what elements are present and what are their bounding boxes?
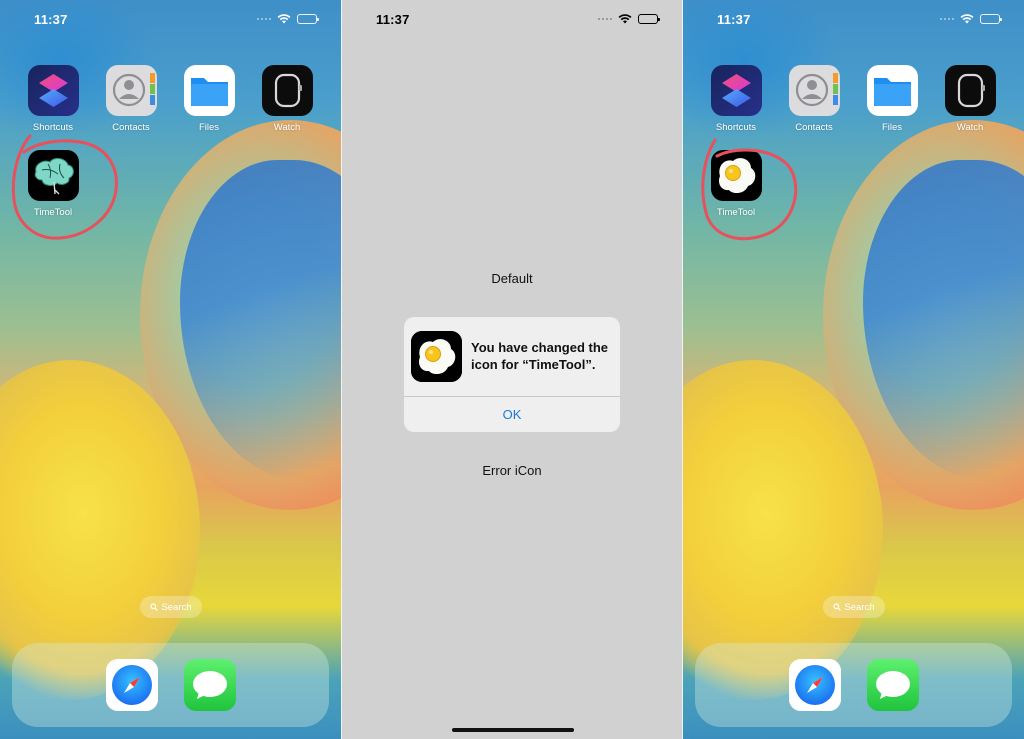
search-pill[interactable]: Search <box>823 596 885 618</box>
battery-icon <box>980 14 1002 24</box>
status-icons <box>598 14 660 24</box>
files-icon <box>184 65 235 116</box>
alert-dialog: You have changed the icon for “TimeTool”… <box>404 317 620 432</box>
safari-icon[interactable] <box>106 659 158 711</box>
fried-egg-icon <box>711 150 762 201</box>
watch-icon <box>262 65 313 116</box>
app-label: Shortcuts <box>715 122 757 133</box>
app-files[interactable]: Files <box>862 65 922 133</box>
app-watch[interactable]: Watch <box>940 65 1000 133</box>
app-label: Shortcuts <box>32 122 74 133</box>
alert-message: You have changed the icon for “TimeTool”… <box>471 340 609 372</box>
app-timetool[interactable]: TimeTool <box>23 150 83 218</box>
app-label: Files <box>198 122 220 133</box>
status-icons <box>940 14 1002 24</box>
fried-egg-icon <box>411 331 462 382</box>
icon-settings-screen: 11:37 Default You have changed the icon … <box>342 0 682 739</box>
status-bar: 11:37 <box>0 10 341 30</box>
tree-icon <box>28 150 79 201</box>
app-label: Contacts <box>112 122 150 133</box>
app-label: Contacts <box>795 122 833 133</box>
shortcuts-icon <box>711 65 762 116</box>
status-time: 11:37 <box>376 12 410 27</box>
safari-icon[interactable] <box>789 659 841 711</box>
signal-icon <box>598 18 612 20</box>
app-shortcuts[interactable]: Shortcuts <box>23 65 83 133</box>
ok-button[interactable]: OK <box>404 397 620 432</box>
wifi-icon <box>960 14 974 24</box>
search-label: Search <box>844 601 875 613</box>
home-screen-before: 11:37 Shortcuts Contacts Files Watch Tim… <box>0 0 341 739</box>
watch-icon <box>945 65 996 116</box>
wifi-icon <box>277 14 291 24</box>
battery-icon <box>638 14 660 24</box>
app-label: TimeTool <box>33 207 73 218</box>
status-bar: 11:37 <box>342 10 682 30</box>
search-icon <box>833 603 842 611</box>
search-icon <box>150 603 159 611</box>
app-files[interactable]: Files <box>179 65 239 133</box>
search-label: Search <box>161 601 192 613</box>
signal-icon <box>257 18 271 20</box>
app-label: TimeTool <box>716 207 756 218</box>
messages-icon[interactable] <box>867 659 919 711</box>
error-icon-button[interactable]: Error iCon <box>342 463 682 478</box>
app-shortcuts[interactable]: Shortcuts <box>706 65 766 133</box>
dock <box>695 643 1012 727</box>
files-icon <box>867 65 918 116</box>
contacts-icon <box>789 65 840 116</box>
app-contacts[interactable]: Contacts <box>101 65 161 133</box>
home-screen-after: 11:37 Shortcuts Contacts Files Watch Tim… <box>683 0 1024 739</box>
status-icons <box>257 14 319 24</box>
messages-icon[interactable] <box>184 659 236 711</box>
home-indicator[interactable] <box>452 728 574 732</box>
app-contacts[interactable]: Contacts <box>784 65 844 133</box>
status-time: 11:37 <box>34 12 68 27</box>
app-label: Watch <box>956 122 984 133</box>
app-label: Watch <box>273 122 301 133</box>
default-button[interactable]: Default <box>342 271 682 286</box>
contacts-icon <box>106 65 157 116</box>
status-bar: 11:37 <box>683 10 1024 30</box>
wifi-icon <box>618 14 632 24</box>
search-pill[interactable]: Search <box>140 596 202 618</box>
app-timetool[interactable]: TimeTool <box>706 150 766 218</box>
app-watch[interactable]: Watch <box>257 65 317 133</box>
status-time: 11:37 <box>717 12 751 27</box>
battery-icon <box>297 14 319 24</box>
app-label: Files <box>881 122 903 133</box>
dock <box>12 643 329 727</box>
shortcuts-icon <box>28 65 79 116</box>
signal-icon <box>940 18 954 20</box>
